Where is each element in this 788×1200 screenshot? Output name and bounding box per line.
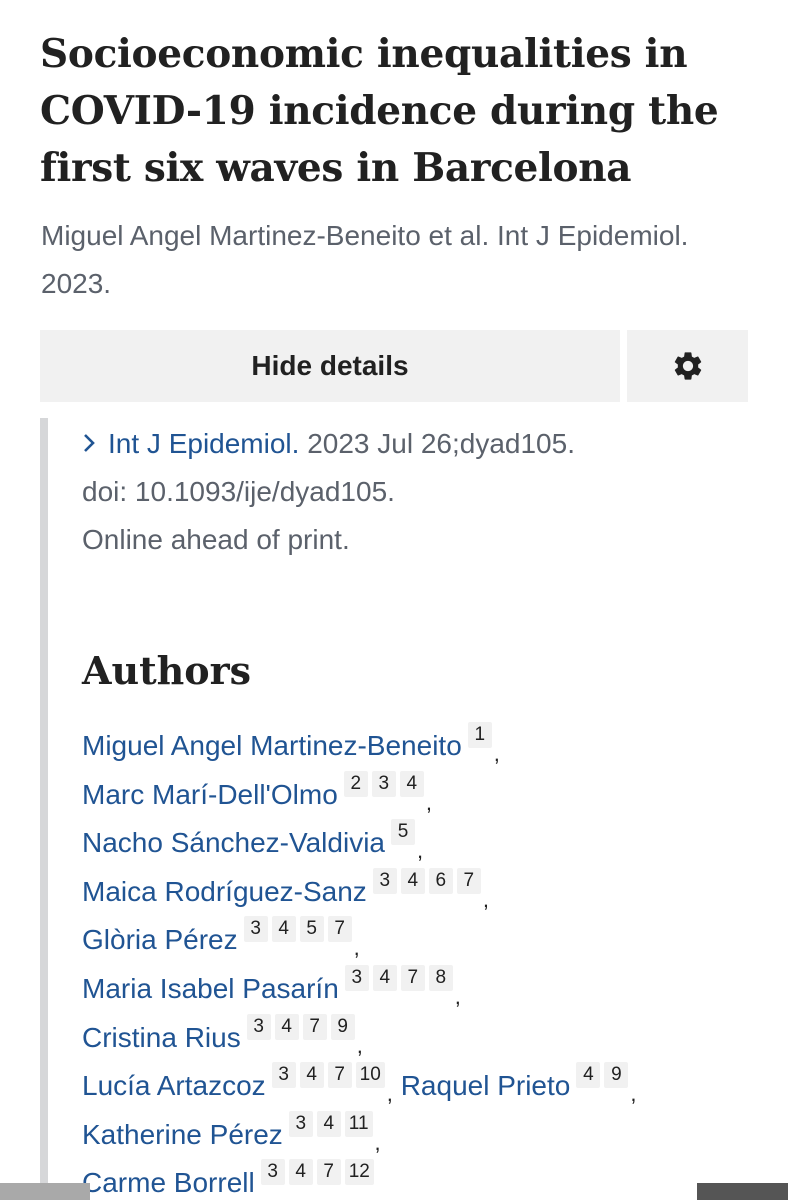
author-separator: , (356, 1032, 363, 1058)
author-link[interactable]: Nacho Sánchez-Valdivia (82, 827, 385, 858)
author-line: Carme Borrell 3 4 7 12 (82, 1159, 772, 1200)
author-line: Nacho Sánchez-Valdivia 5, (82, 819, 772, 868)
hide-details-button[interactable]: Hide details (40, 330, 620, 402)
author-separator: , (425, 789, 432, 815)
citation-details: Int J Epidemiol. 2023 Jul 26;dyad105. do… (82, 420, 772, 564)
settings-button[interactable] (627, 330, 748, 402)
affiliation-badge[interactable]: 10 (355, 1062, 385, 1089)
author-separator: , (454, 983, 461, 1009)
affiliation-badge[interactable]: 3 (371, 770, 396, 797)
chevron-right-icon (82, 420, 96, 468)
affiliation-badge[interactable]: 1 (467, 722, 492, 748)
author-separator: , (374, 1129, 381, 1155)
affiliation-badge[interactable]: 3 (344, 964, 369, 991)
affiliation-badge[interactable]: 8 (428, 964, 453, 991)
affiliation-badge[interactable]: 7 (327, 1062, 352, 1089)
author-separator: , (482, 886, 489, 912)
affiliation-badge[interactable]: 3 (260, 1159, 285, 1186)
affiliation-badge[interactable]: 4 (299, 1062, 324, 1089)
affiliation-badge[interactable]: 7 (316, 1159, 341, 1186)
author-separator: , (630, 1081, 637, 1107)
authors-list: Miguel Angel Martinez-Beneito 1, Marc Marí… (82, 722, 772, 1200)
author-separator: , (386, 1081, 393, 1107)
affiliation-badge[interactable]: 4 (399, 770, 424, 797)
citation-summary: Miguel Angel Martinez-Beneito et al. Int… (41, 220, 689, 299)
doi: doi: 10.1093/ije/dyad105. (82, 476, 395, 507)
author-link[interactable]: Maica Rodríguez-Sanz (82, 876, 367, 907)
affiliation-badge[interactable]: 4 (271, 916, 296, 943)
affiliation-badge[interactable]: 4 (274, 1013, 299, 1040)
author-link[interactable]: Maria Isabel Pasarín (82, 973, 339, 1004)
affiliation-badge[interactable]: 4 (576, 1062, 601, 1089)
gear-icon (674, 352, 701, 380)
affiliation-badge[interactable]: 9 (330, 1013, 355, 1040)
affiliation-badge[interactable]: 2 (343, 770, 368, 797)
affiliation-badge[interactable]: 4 (288, 1159, 313, 1186)
author-link[interactable]: Marc Marí-Dell'Olmo (82, 779, 338, 810)
publication-status: Online ahead of print. (82, 524, 350, 555)
affiliation-badge[interactable]: 4 (372, 964, 397, 991)
author-link[interactable]: Carme Borrell (82, 1167, 255, 1198)
author-line: Marc Marí-Dell'Olmo 2 3 4, (82, 770, 772, 820)
affiliation-badge[interactable]: 3 (243, 916, 268, 943)
author-line: Miguel Angel Martinez-Beneito 1, (82, 722, 772, 771)
scroll-edge-left (0, 1183, 90, 1200)
affiliation-badge[interactable]: 3 (246, 1013, 271, 1040)
affiliation-badge[interactable]: 12 (344, 1159, 374, 1186)
affiliation-badge[interactable]: 3 (271, 1062, 296, 1089)
author-line: Glòria Pérez 3 4 5 7, (82, 916, 772, 965)
affiliation-badge[interactable]: 3 (288, 1110, 313, 1137)
author-line: Cristina Rius 3 4 7 9, (82, 1013, 772, 1063)
author-link[interactable]: Katherine Pérez (82, 1119, 283, 1150)
author-link[interactable]: Cristina Rius (82, 1022, 241, 1053)
affiliation-badge[interactable]: 4 (400, 867, 425, 894)
citation-date-issue: 2023 Jul 26;dyad105. (299, 428, 575, 459)
author-link[interactable]: Lucía Artazcoz (82, 1070, 266, 1101)
scroll-edge-right (697, 1183, 788, 1200)
journal-line: Int J Epidemiol. 2023 Jul 26;dyad105. (82, 420, 772, 468)
author-separator: , (493, 741, 500, 766)
affiliation-badge[interactable]: 9 (604, 1062, 629, 1089)
author-link[interactable]: Raquel Prieto (401, 1070, 571, 1101)
author-link[interactable]: Miguel Angel Martinez-Beneito (82, 730, 462, 761)
details-sidebar-bar (40, 418, 48, 1200)
author-separator: , (353, 935, 360, 961)
affiliation-badge[interactable]: 7 (456, 867, 481, 894)
authors-heading: Authors (82, 648, 252, 693)
affiliation-badge[interactable]: 5 (299, 916, 324, 943)
author-line: Maica Rodríguez-Sanz 3 4 6 7, (82, 867, 772, 917)
journal-link[interactable]: Int J Epidemiol. (108, 428, 299, 459)
author-link[interactable]: Glòria Pérez (82, 924, 238, 955)
affiliation-badge[interactable]: 7 (302, 1013, 327, 1040)
article-title: Socioeconomic inequalities in COVID-19 i… (40, 31, 719, 191)
affiliation-badge[interactable]: 5 (390, 819, 415, 846)
author-line: Katherine Pérez 3 4 11, (82, 1110, 772, 1160)
affiliation-badge[interactable]: 11 (344, 1110, 373, 1137)
author-line: Lucía Artazcoz 3 4 7 10, Raquel Prieto 4 9, (82, 1062, 772, 1111)
author-line: Maria Isabel Pasarín 3 4 7 8, (82, 964, 772, 1014)
author-separator: , (416, 838, 424, 864)
affiliation-badge[interactable]: 6 (428, 867, 453, 894)
affiliation-badge[interactable]: 4 (316, 1110, 341, 1137)
affiliation-badge[interactable]: 3 (372, 867, 397, 894)
affiliation-badge[interactable]: 7 (327, 916, 352, 943)
affiliation-badge[interactable]: 7 (400, 964, 425, 991)
